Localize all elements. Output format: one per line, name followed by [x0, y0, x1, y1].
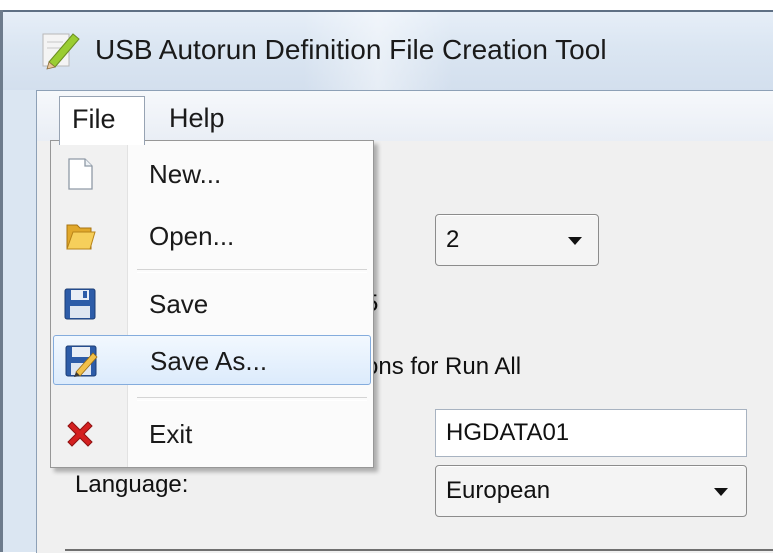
language-combo-value: European — [446, 477, 551, 504]
menu-item-save[interactable]: Save — [53, 279, 371, 329]
language-combo[interactable]: European — [435, 465, 747, 517]
language-label: Language: — [75, 471, 189, 498]
open-folder-icon — [66, 224, 96, 250]
menu-separator — [137, 269, 367, 273]
volume-label-input[interactable]: HGDATA01 — [435, 409, 747, 457]
menu-bar: File Help — [37, 91, 773, 145]
menu-separator — [137, 397, 367, 401]
app-window: USB Autorun Definition File Creation Too… — [0, 0, 773, 553]
chevron-down-icon — [714, 488, 728, 496]
menu-item-open[interactable]: Open... — [53, 211, 371, 261]
window-border-left — [0, 10, 3, 552]
exit-x-icon — [67, 421, 93, 447]
menu-file-label: File — [72, 104, 116, 134]
save-as-icon — [65, 345, 98, 377]
group-box-border — [65, 549, 773, 551]
menu-item-open-label: Open... — [149, 221, 235, 251]
menu-file[interactable]: File — [59, 96, 145, 145]
floppy-save-icon — [64, 288, 96, 320]
chevron-down-icon — [568, 237, 582, 245]
menu-item-new[interactable]: New... — [53, 149, 371, 199]
window-title: USB Autorun Definition File Creation Too… — [95, 34, 607, 65]
file-menu-dropdown: New... Open... Save Save As... Exit — [50, 140, 374, 468]
menu-item-save-as[interactable]: Save As... — [53, 335, 371, 385]
count-combo-value: 2 — [446, 226, 460, 253]
title-bar[interactable]: USB Autorun Definition File Creation Too… — [3, 12, 773, 90]
menu-item-exit-label: Exit — [149, 419, 193, 449]
menu-help[interactable]: Help — [169, 103, 225, 134]
volume-label-value: HGDATA01 — [446, 419, 570, 446]
menu-item-save-label: Save — [149, 289, 209, 319]
count-combo[interactable]: 2 — [435, 214, 599, 266]
run-all-options-label: ons for Run All — [365, 353, 522, 380]
screen-background — [0, 0, 773, 10]
menu-item-new-label: New... — [149, 159, 222, 189]
menu-item-save-as-label: Save As... — [150, 346, 268, 376]
menu-item-exit[interactable]: Exit — [53, 409, 371, 459]
new-document-icon — [68, 158, 93, 190]
pencil-app-icon — [42, 33, 80, 70]
